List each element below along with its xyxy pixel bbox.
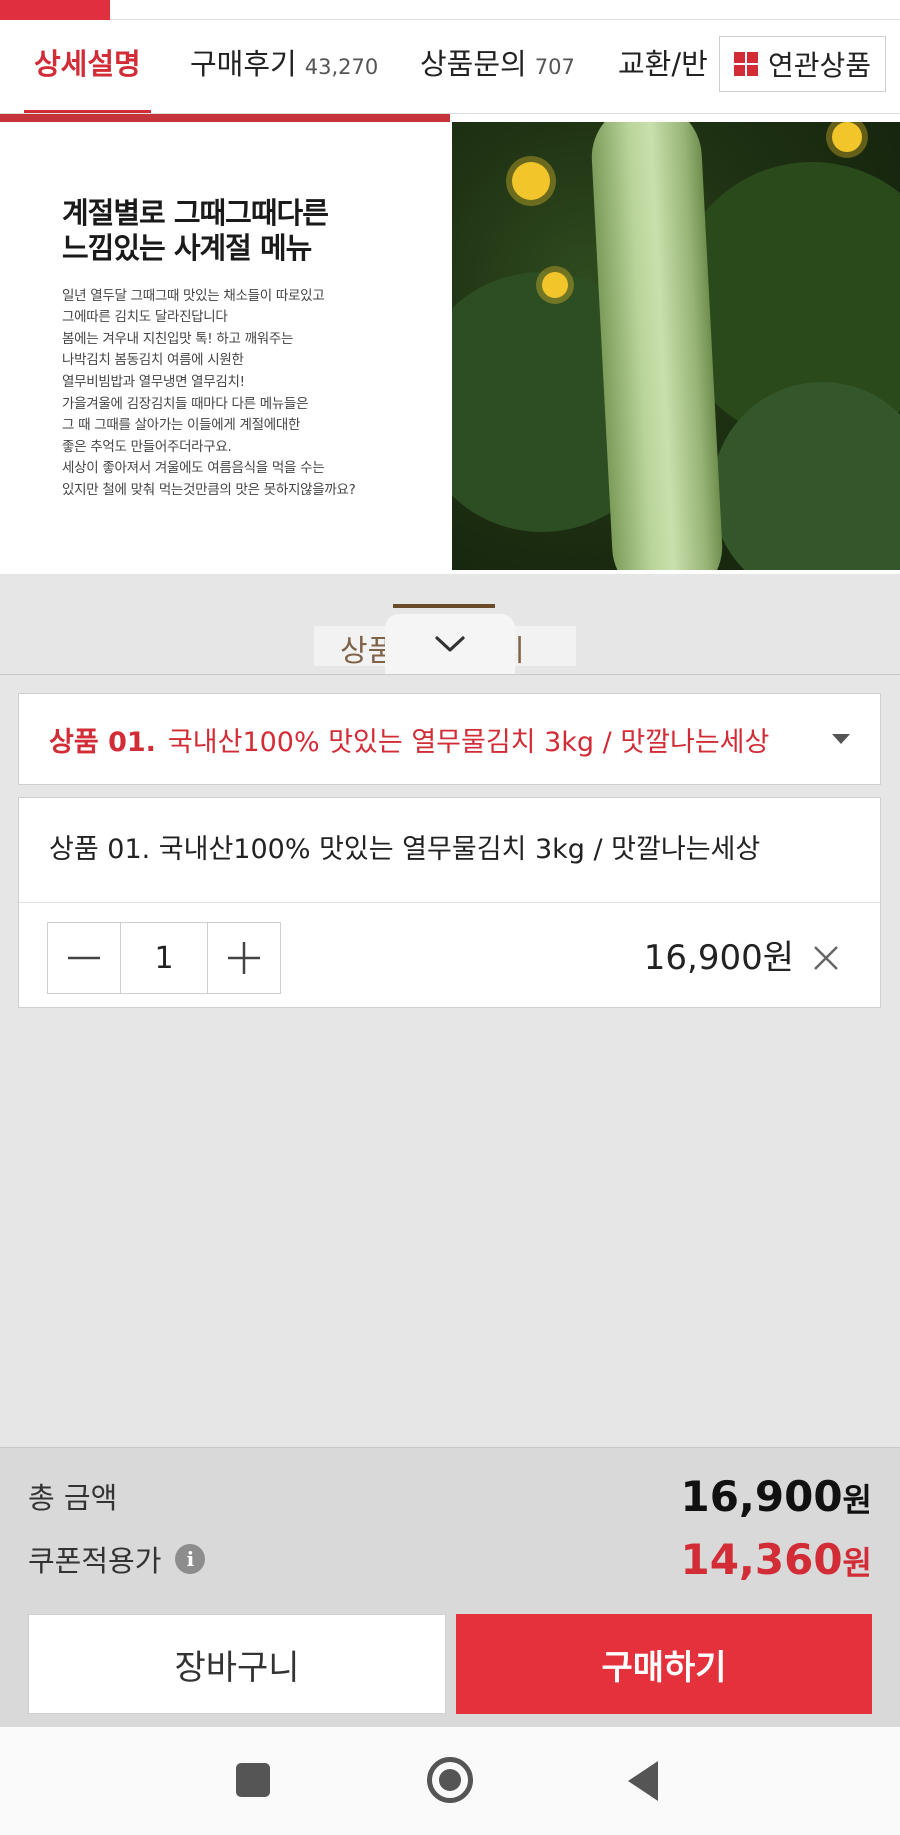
cucumber-photo <box>452 122 900 570</box>
image-top-border <box>0 114 450 122</box>
system-nav-bar <box>0 1727 900 1835</box>
collapse-band: 상품 정보 고시 <box>0 574 900 674</box>
order-summary: 총 금액 16,900원 쿠폰적용가 i 14,360원 장바구니 구매하기 <box>0 1447 900 1727</box>
tab-inquiries[interactable]: 상품문의 707 <box>420 20 575 113</box>
detail-title: 계절별로 그때그때다른 느낌있는 사계절 메뉴 <box>62 196 329 265</box>
collapse-handle[interactable] <box>385 614 515 674</box>
total-row: 총 금액 16,900원 <box>28 1470 872 1522</box>
info-icon[interactable]: i <box>175 1544 206 1574</box>
item-separator <box>19 902 880 903</box>
detail-tab-bar: 상세설명 구매후기 43,270 상품문의 707 교환/반 연관상품 <box>0 20 900 114</box>
product-detail-image: 계절별로 그때그때다른 느낌있는 사계절 메뉴 일년 열두달 그때그때 맛있는 … <box>0 114 900 574</box>
recent-apps-icon[interactable] <box>236 1763 270 1797</box>
related-products-label: 연관상품 <box>767 49 871 82</box>
plus-icon <box>228 942 260 974</box>
tab-description[interactable]: 상세설명 <box>24 20 151 113</box>
option-select[interactable]: 상품 01. 국내산100% 맛있는 열무물김치 3kg / 맛깔나는세상 <box>18 693 881 785</box>
panel-divider <box>0 674 900 675</box>
total-label: 총 금액 <box>28 1481 118 1515</box>
tab-exchange-return[interactable]: 교환/반 <box>618 20 708 113</box>
home-icon[interactable] <box>427 1757 473 1803</box>
caret-down-icon <box>832 734 850 744</box>
selected-item-card: 상품 01. 국내산100% 맛있는 열무물김치 3kg / 맛깔나는세상 1 … <box>18 797 881 1008</box>
coupon-value: 14,360 <box>680 1534 843 1584</box>
option-label: 상품 01. <box>49 726 156 758</box>
total-amount: 16,900원 <box>680 1472 872 1521</box>
tab-label: 상세설명 <box>34 47 141 81</box>
add-to-cart-button[interactable]: 장바구니 <box>28 1614 446 1714</box>
total-value: 16,900 <box>680 1471 843 1521</box>
related-products-button[interactable]: 연관상품 <box>718 36 886 92</box>
quantity-field[interactable]: 1 <box>120 923 208 993</box>
tab-label: 구매후기 <box>190 47 297 81</box>
coupon-amount: 14,360원 <box>680 1535 872 1584</box>
detail-body: 일년 열두달 그때그때 맛있는 채소들이 따로있고 그에따른 김치도 달라진답니… <box>62 287 356 498</box>
selected-item-name: 상품 01. 국내산100% 맛있는 열무물김치 3kg / 맛깔나는세상 <box>49 834 761 865</box>
grid-icon <box>733 52 758 76</box>
top-progress-strip <box>0 0 900 20</box>
coupon-row: 쿠폰적용가 i 14,360원 <box>28 1530 872 1588</box>
detail-text-block: 계절별로 그때그때다른 느낌있는 사계절 메뉴 일년 열두달 그때그때 맛있는 … <box>62 196 442 502</box>
progress-indicator <box>0 0 110 20</box>
option-value: 국내산100% 맛있는 열무물김치 3kg / 맛깔나는세상 <box>167 726 770 758</box>
back-icon[interactable] <box>628 1761 658 1801</box>
inquiry-count: 707 <box>534 55 575 79</box>
close-icon[interactable] <box>812 944 840 972</box>
total-currency: 원 <box>842 1480 872 1519</box>
decrease-button[interactable] <box>48 923 120 993</box>
chevron-down-icon <box>435 636 465 652</box>
increase-button[interactable] <box>208 923 280 993</box>
buy-now-button[interactable]: 구매하기 <box>456 1614 872 1714</box>
review-count: 43,270 <box>304 55 379 79</box>
tab-label: 교환/반 <box>618 47 708 81</box>
minus-icon <box>68 956 100 960</box>
tab-label: 상품문의 <box>420 47 527 81</box>
tab-reviews[interactable]: 구매후기 43,270 <box>190 20 379 113</box>
quantity-stepper: 1 <box>47 922 281 994</box>
section-underline <box>393 604 495 608</box>
item-price: 16,900원 <box>643 938 794 978</box>
coupon-currency: 원 <box>842 1543 872 1582</box>
coupon-label: 쿠폰적용가 i <box>28 1538 206 1580</box>
